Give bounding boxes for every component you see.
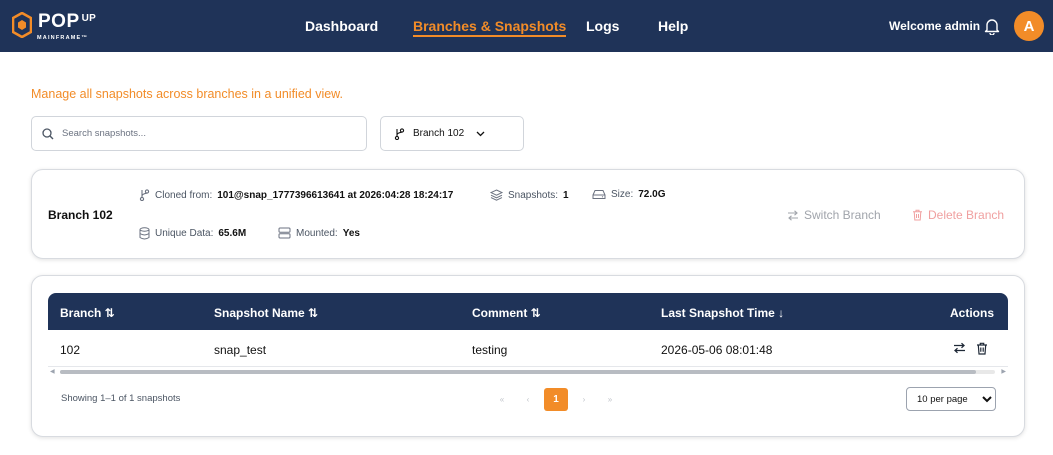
snapshots-label: Snapshots: (508, 189, 559, 201)
branch-info-card: Branch 102 Cloned from: 101@snap_1777396… (31, 169, 1025, 259)
mounted-meta: Mounted: Yes (278, 227, 360, 239)
unique-data-label: Unique Data: (155, 228, 214, 239)
mounted-value: Yes (342, 227, 360, 239)
git-branch-icon (139, 189, 150, 201)
user-avatar[interactable]: A (1014, 11, 1044, 41)
switch-arrows-icon (788, 209, 798, 221)
size-label: Size: (611, 189, 634, 200)
cloned-from-meta: Cloned from: 101@snap_1777396613641 at 2… (139, 189, 453, 201)
prev-page-button[interactable]: ‹ (515, 395, 541, 404)
logo-text: POP UP (38, 11, 97, 32)
size-value: 72.0G (638, 189, 666, 200)
col-actions: Actions (950, 306, 995, 320)
branch-dropdown-label: Branch 102 (413, 128, 465, 139)
scroll-left-arrow[interactable]: ◀ (50, 368, 55, 376)
showing-count: Showing 1–1 of 1 snapshots (61, 393, 181, 404)
server-icon (278, 227, 291, 239)
delete-branch-label: Delete Branch (928, 208, 1005, 222)
branch-dropdown[interactable]: Branch 102 (380, 116, 524, 151)
cell-last-snapshot-time: 2026-05-06 08:01:48 (661, 343, 773, 357)
pagination: « ‹ 1 › » (489, 388, 623, 411)
col-comment[interactable]: Comment ⇅ (472, 306, 541, 320)
nav-logs[interactable]: Logs (586, 18, 619, 34)
nav-dashboard[interactable]: Dashboard (305, 18, 378, 34)
nav-branches-snapshots[interactable]: Branches & Snapshots (413, 18, 567, 37)
unique-data-meta: Unique Data: 65.6M (139, 227, 246, 240)
col-last-snapshot-time[interactable]: Last Snapshot Time ↓ (661, 306, 784, 320)
search-icon (42, 127, 54, 139)
per-page-select[interactable]: 10 per page (906, 387, 996, 411)
branch-title: Branch 102 (48, 208, 113, 222)
search-box[interactable] (31, 116, 367, 151)
database-icon (139, 227, 150, 240)
scrollbar-thumb[interactable] (60, 370, 976, 374)
snapshots-meta: Snapshots: 1 (490, 189, 569, 201)
col-snapshot-name[interactable]: Snapshot Name ⇅ (214, 306, 318, 320)
switch-arrows-icon[interactable] (953, 342, 966, 354)
cell-comment: testing (472, 343, 508, 357)
layers-icon (490, 189, 503, 201)
last-page-button[interactable]: » (597, 395, 623, 404)
first-page-button[interactable]: « (489, 395, 515, 404)
unique-data-value: 65.6M (218, 228, 247, 239)
cloned-from-label: Cloned from: (155, 189, 213, 201)
scroll-right-arrow[interactable]: ▶ (1001, 368, 1006, 376)
page-description: Manage all snapshots across branches in … (31, 87, 343, 101)
hard-drive-icon (592, 190, 606, 199)
bell-icon[interactable] (984, 17, 1000, 40)
delete-branch-button[interactable]: Delete Branch (912, 208, 1004, 222)
search-input[interactable] (62, 128, 342, 139)
logo-subtitle: MAINFRAME™ (37, 35, 89, 41)
table-header: Branch ⇅ Snapshot Name ⇅ Comment ⇅ Last … (48, 293, 1008, 330)
next-page-button[interactable]: › (571, 395, 597, 404)
snapshots-value: 1 (563, 189, 569, 201)
git-branch-icon (394, 127, 405, 140)
trash-icon (913, 209, 922, 221)
cloned-from-value: 101@snap_1777396613641 at 2026:04:28 18:… (217, 189, 454, 201)
row-actions (953, 342, 988, 355)
mounted-label: Mounted: (296, 227, 338, 239)
switch-branch-label: Switch Branch (804, 208, 881, 222)
cell-branch: 102 (60, 343, 81, 357)
chevron-down-icon (476, 131, 485, 136)
horizontal-scrollbar[interactable]: ◀ ▶ (48, 368, 1008, 376)
welcome-text: Welcome admin (889, 19, 981, 33)
col-branch[interactable]: Branch ⇅ (60, 306, 115, 320)
top-navbar: POP UP MAINFRAME™ Dashboard Branches & Sn… (0, 0, 1053, 52)
table-row: 102 snap_test testing 2026-05-06 08:01:4… (48, 331, 1008, 367)
logo[interactable]: POP UP MAINFRAME™ (12, 12, 96, 42)
snapshots-table-card: Branch ⇅ Snapshot Name ⇅ Comment ⇅ Last … (31, 275, 1025, 437)
size-meta: Size: 72.0G (592, 189, 665, 200)
page-1-button[interactable]: 1 (544, 388, 568, 411)
cell-snapshot-name: snap_test (214, 343, 267, 357)
nav-help[interactable]: Help (658, 18, 688, 34)
switch-branch-button[interactable]: Switch Branch (787, 208, 881, 222)
hexagon-logo-icon (12, 12, 32, 38)
trash-icon[interactable] (976, 342, 988, 355)
